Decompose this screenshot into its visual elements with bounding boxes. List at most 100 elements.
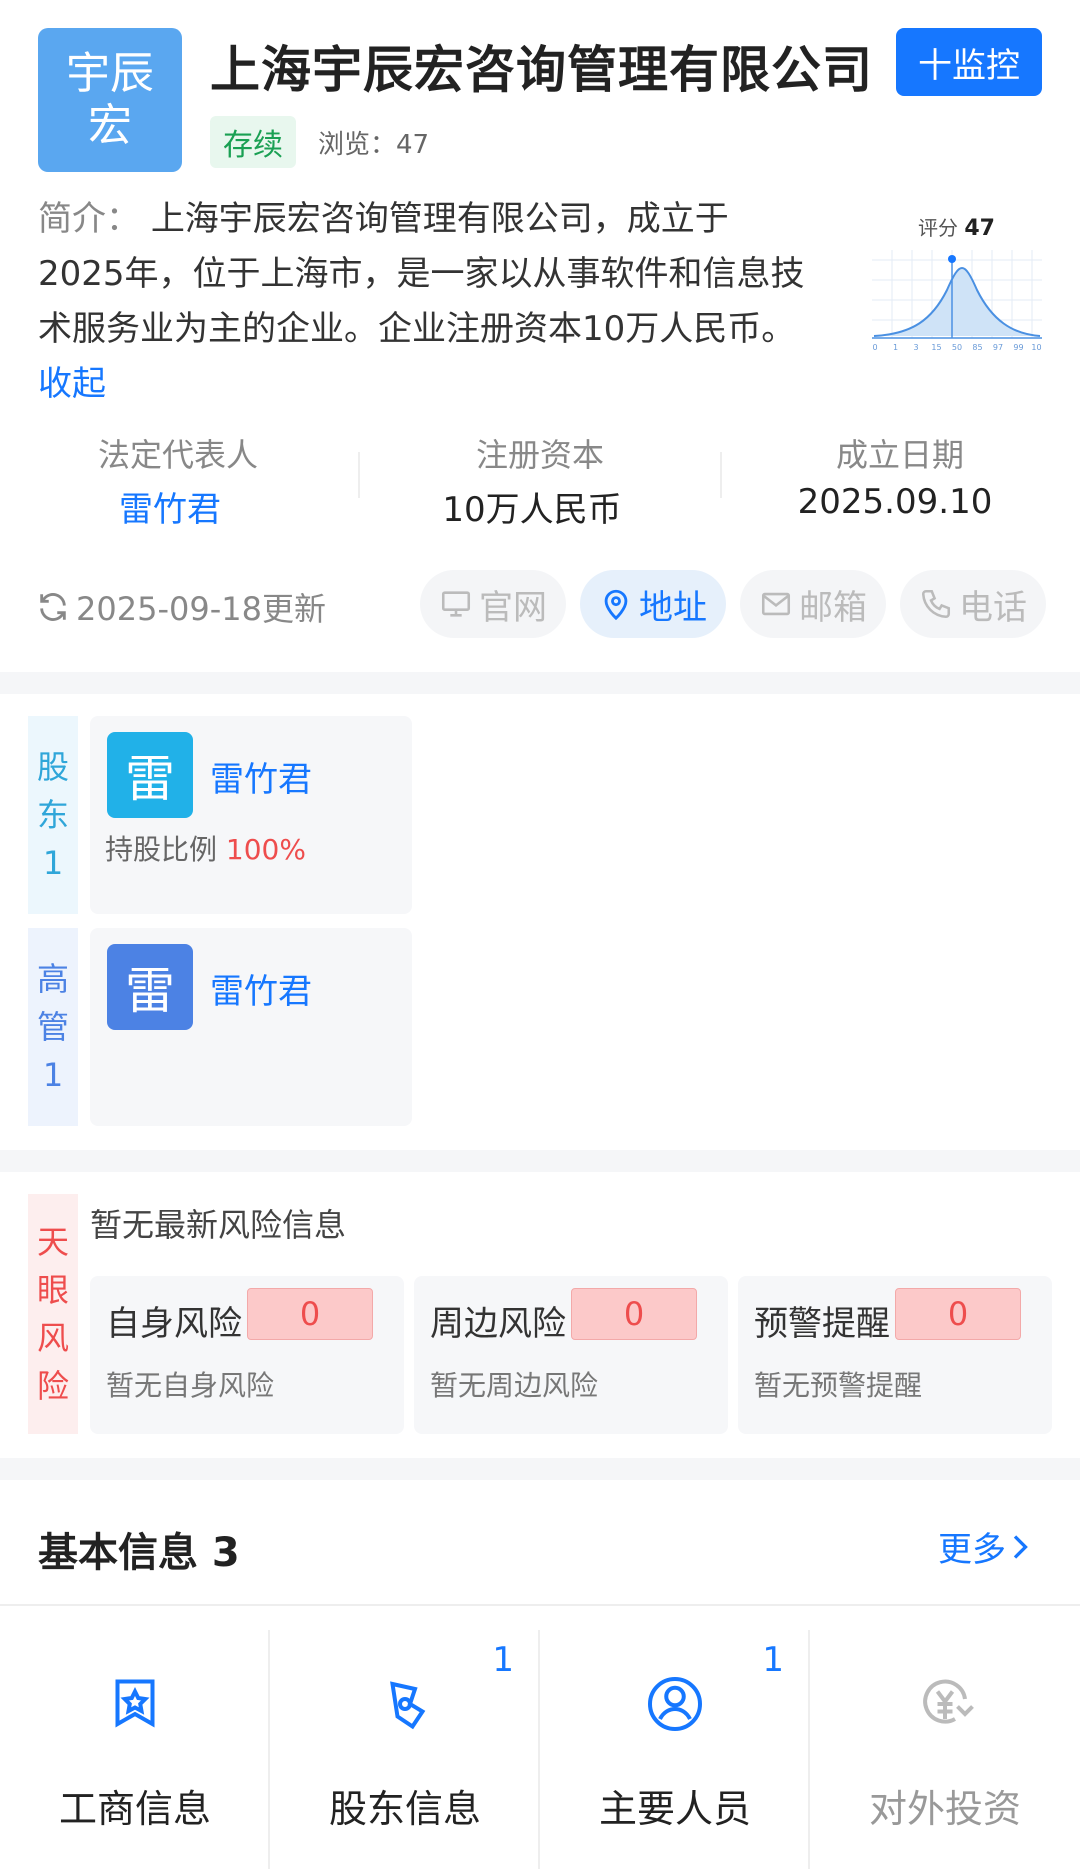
legal-rep-label: 法定代表人 bbox=[97, 436, 258, 474]
score-tick-label: 15 bbox=[931, 343, 941, 352]
score-tick-label: 1 bbox=[893, 343, 898, 352]
tile-label: 工商信息 bbox=[58, 1787, 211, 1831]
section-title: 基本信息 3 bbox=[38, 1530, 240, 1576]
share-ratio-label: 持股比例 bbox=[105, 833, 218, 866]
view-count: 浏览：47 bbox=[318, 124, 429, 161]
tile-badge: 1 bbox=[762, 1640, 784, 1680]
risk-count: 0 bbox=[247, 1288, 373, 1340]
more-label: 更多 bbox=[938, 1530, 1006, 1570]
score-tick-label: 97 bbox=[993, 343, 1003, 352]
risk-name: 自身风险 bbox=[106, 1304, 242, 1344]
chevron-right-icon bbox=[1013, 1534, 1028, 1559]
company-intro: 简介： 上海宇辰宏咨询管理有限公司，成立于2025年，位于上海市，是一家以从事软… bbox=[38, 192, 808, 412]
company-logo: 宇辰 宏 bbox=[38, 28, 182, 172]
share-ratio: 持股比例 100% bbox=[105, 828, 306, 868]
founded-value: 2025.09.10 bbox=[797, 482, 993, 522]
section-gap bbox=[0, 1458, 1080, 1480]
capital-value: 10万人民币 bbox=[442, 490, 622, 530]
risk-title: 暂无最新风险信息 bbox=[90, 1206, 347, 1244]
email-pill[interactable]: 邮箱 bbox=[740, 570, 886, 638]
location-pin-icon bbox=[604, 589, 628, 621]
view-count-label: 浏览： bbox=[318, 130, 397, 160]
risk-tag-char: 天 bbox=[36, 1223, 69, 1261]
stat-divider bbox=[358, 452, 360, 498]
risk-name: 预警提醒 bbox=[754, 1304, 890, 1344]
refresh-icon bbox=[40, 593, 66, 621]
update-info[interactable]: 2025-09-18更新 bbox=[36, 584, 326, 630]
logo-text-line1: 宇辰 bbox=[66, 48, 154, 99]
address-pill[interactable]: 地址 bbox=[580, 570, 726, 638]
more-link[interactable]: 更多 bbox=[938, 1522, 1032, 1571]
section-gap bbox=[0, 672, 1080, 694]
executives-tag-char: 高 bbox=[36, 960, 69, 998]
executives-tag[interactable]: 高 管 1 bbox=[28, 928, 78, 1126]
risk-desc: 暂无自身风险 bbox=[106, 1369, 275, 1402]
logo-text-line2: 宏 bbox=[88, 100, 132, 151]
company-name: 上海宇辰宏咨询管理有限公司 bbox=[210, 41, 873, 99]
tile-key-personnel[interactable]: 1 主要人员 bbox=[540, 1630, 810, 1869]
intro-text: 上海宇辰宏咨询管理有限公司，成立于2025年，位于上海市，是一家以从事软件和信息… bbox=[38, 199, 805, 349]
score-tick-label: 0 bbox=[872, 343, 877, 352]
risk-tag[interactable]: 天 眼 风 险 bbox=[28, 1194, 78, 1434]
executive-card[interactable]: 雷 雷竹君 bbox=[90, 928, 412, 1126]
shareholders-tag[interactable]: 股 东 1 bbox=[28, 716, 78, 914]
shareholder-card[interactable]: 雷 雷竹君 持股比例 100% bbox=[90, 716, 412, 914]
executive-name[interactable]: 雷竹君 bbox=[210, 964, 312, 1013]
score-distribution-chart[interactable]: 0 1 3 15 50 85 97 99 100 bbox=[872, 250, 1042, 355]
divider bbox=[0, 1604, 1080, 1606]
risk-desc: 暂无周边风险 bbox=[430, 1369, 599, 1402]
tile-shareholder-info[interactable]: 1 股东信息 bbox=[270, 1630, 540, 1869]
surrounding-risk-card[interactable]: 周边风险 0 暂无周边风险 bbox=[414, 1276, 728, 1434]
score-marker-dot bbox=[948, 255, 956, 263]
badge-star-icon bbox=[115, 1679, 155, 1728]
founded-label: 成立日期 bbox=[835, 436, 964, 474]
monitor-icon bbox=[441, 591, 471, 617]
risk-tag-char: 风 bbox=[36, 1319, 69, 1357]
share-ratio-value: 100% bbox=[225, 833, 306, 866]
score-value: 47 bbox=[964, 216, 995, 241]
collapse-link[interactable]: 收起 bbox=[38, 364, 106, 404]
intro-label: 简介： bbox=[38, 199, 140, 239]
tile-badge: 1 bbox=[492, 1640, 514, 1680]
self-risk-card[interactable]: 自身风险 0 暂无自身风险 bbox=[90, 1276, 404, 1434]
risk-count: 0 bbox=[895, 1288, 1021, 1340]
risk-count: 0 bbox=[571, 1288, 697, 1340]
executives-tag-char: 管 bbox=[36, 1008, 69, 1046]
score-tick-label: 85 bbox=[972, 343, 982, 352]
mail-icon bbox=[761, 592, 791, 616]
shareholder-name[interactable]: 雷竹君 bbox=[210, 752, 312, 801]
shareholders-tag-count: 1 bbox=[42, 844, 64, 882]
score-label-text: 评分 bbox=[918, 216, 958, 240]
risk-name: 周边风险 bbox=[430, 1304, 566, 1344]
status-badge: 存续 bbox=[210, 116, 296, 168]
score-label[interactable]: 评分 47 bbox=[918, 212, 995, 241]
update-text: 2025-09-18更新 bbox=[76, 590, 326, 628]
section-gap bbox=[0, 1150, 1080, 1172]
monitor-button[interactable]: 十监控 bbox=[896, 28, 1042, 96]
score-tick-label: 100 bbox=[1031, 343, 1042, 352]
executives-tag-count: 1 bbox=[42, 1056, 64, 1094]
pie-person-icon bbox=[390, 1681, 426, 1730]
risk-desc: 暂无预警提醒 bbox=[754, 1369, 923, 1402]
avatar: 雷 bbox=[107, 944, 193, 1030]
risk-tag-char: 险 bbox=[36, 1367, 69, 1405]
shareholders-tag-char: 东 bbox=[36, 796, 69, 834]
legal-rep-value[interactable]: 雷竹君 bbox=[20, 482, 320, 531]
website-pill[interactable]: 官网 bbox=[420, 570, 566, 638]
tile-investments[interactable]: 对外投资 bbox=[810, 1630, 1080, 1869]
phone-icon bbox=[921, 589, 951, 619]
address-label: 地址 bbox=[639, 587, 707, 628]
website-label: 官网 bbox=[479, 587, 547, 628]
risk-tag-char: 眼 bbox=[36, 1271, 69, 1309]
view-count-value: 47 bbox=[396, 130, 430, 160]
tile-business-info[interactable]: 工商信息 bbox=[0, 1630, 270, 1869]
warning-card[interactable]: 预警提醒 0 暂无预警提醒 bbox=[738, 1276, 1052, 1434]
yuan-investment-icon bbox=[923, 1679, 974, 1724]
score-curve-area bbox=[874, 268, 1040, 336]
tile-label: 股东信息 bbox=[328, 1787, 481, 1831]
phone-pill[interactable]: 电话 bbox=[900, 570, 1046, 638]
score-tick-label: 3 bbox=[913, 343, 918, 352]
tile-label: 主要人员 bbox=[598, 1787, 751, 1831]
phone-label: 电话 bbox=[959, 587, 1027, 628]
capital-label: 注册资本 bbox=[475, 436, 604, 474]
